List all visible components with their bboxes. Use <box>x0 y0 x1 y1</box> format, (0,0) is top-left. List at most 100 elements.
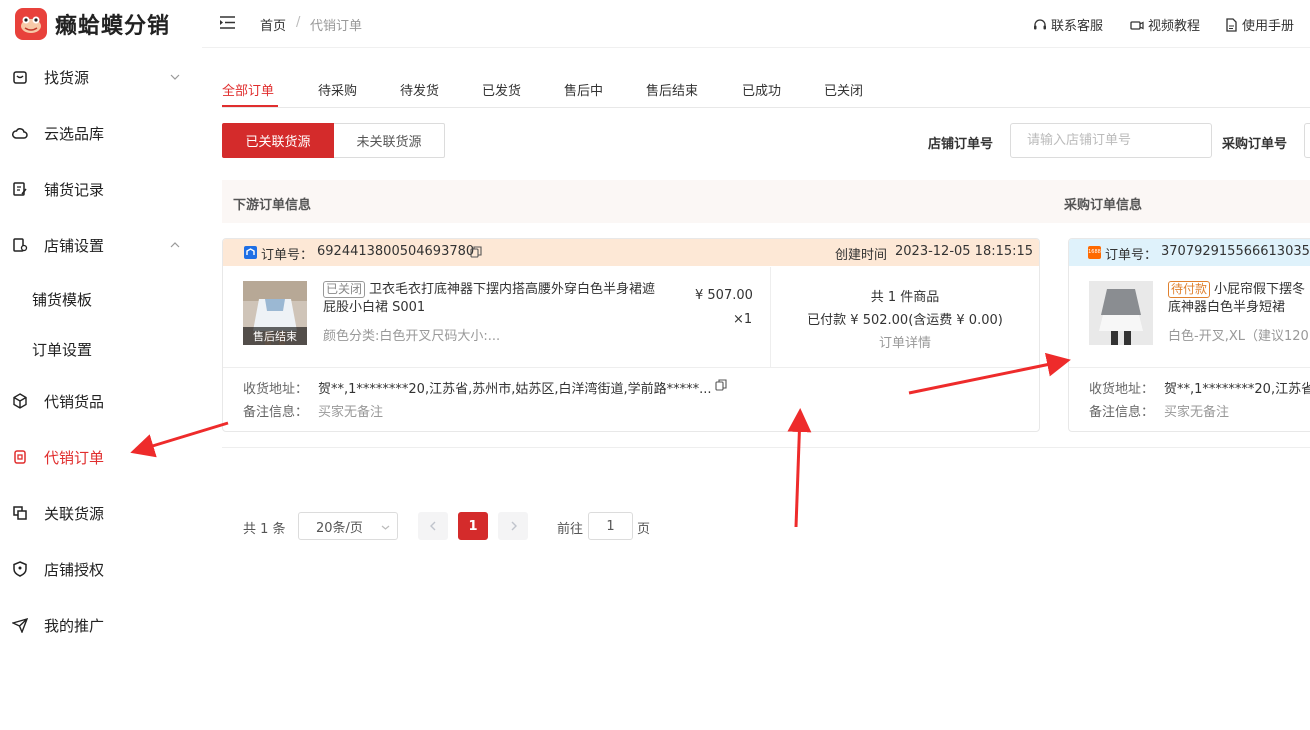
sidebar-item-label: 订单设置 <box>32 340 93 359</box>
paid-amount: 已付款 ¥ 502.00(含运费 ¥ 0.00) <box>807 313 1003 328</box>
user-manual-link[interactable]: 使用手册 <box>1224 15 1294 34</box>
purchase-product-image <box>1089 281 1153 345</box>
chevron-up-icon <box>170 242 180 248</box>
tab-shipped[interactable]: 已发货 <box>482 80 521 99</box>
sidebar-item-listing-records[interactable]: 铺货记录 <box>0 167 202 211</box>
order-table-header <box>222 180 1310 223</box>
tab-pending-shipment[interactable]: 待发货 <box>400 80 439 99</box>
page-number-current[interactable]: 1 <box>458 512 488 540</box>
tabs-divider <box>222 107 1310 108</box>
order-no-value: 6924413800504693780 <box>317 244 475 259</box>
purchase-section-title: 采购订单信息 <box>1064 198 1143 213</box>
purchase-address-label: 收货地址： <box>1089 382 1155 397</box>
sidebar-item-label: 代销货品 <box>44 392 105 411</box>
next-page-button[interactable] <box>498 512 528 540</box>
menu-fold-icon[interactable] <box>219 15 236 30</box>
video-tutorial-link[interactable]: 视频教程 <box>1130 15 1200 34</box>
purchase-title-line2: 底神器白色半身短裙 <box>1168 300 1286 315</box>
chevron-down-icon <box>381 525 390 530</box>
sidebar: 癞蛤蟆分销 找货源 云选品库 铺货记录 店铺设置 铺货模板 订单设置 代销货品 … <box>0 0 202 730</box>
prev-page-button[interactable] <box>418 512 448 540</box>
page-size-select[interactable]: 20条/页 <box>298 512 398 540</box>
goto-page-input[interactable]: 1 <box>588 512 633 540</box>
sidebar-item-label: 我的推广 <box>44 616 105 635</box>
sidebar-item-listing-template[interactable]: 铺货模板 <box>0 277 202 321</box>
paper-plane-icon <box>12 617 28 633</box>
shopping-bag-icon <box>13 71 27 84</box>
purchase-order-no-value: 3707929155666130357 <box>1161 244 1310 259</box>
link-copy-icon <box>13 506 27 520</box>
order-card-header: 订单号： 6924413800504693780 创建时间 2023-12-05… <box>223 239 1039 266</box>
tab-succeeded[interactable]: 已成功 <box>742 80 781 99</box>
status-tag: 已关闭 <box>323 281 366 298</box>
purchase-product-title[interactable]: 待付款 小屁帘假下摆冬 底神器白色半身短裙 <box>1168 281 1310 317</box>
sidebar-item-label: 云选品库 <box>44 124 105 143</box>
product-title-text: 卫衣毛衣打底神器下摆内搭高腰外穿白色半身裙遮屁股小白裙 S001 <box>323 282 656 315</box>
platform-icon <box>244 246 257 259</box>
sidebar-item-find-source[interactable]: 找货源 <box>0 55 202 99</box>
brand-name: 癞蛤蟆分销 <box>55 14 171 39</box>
top-header: 首页 / 代销订单 联系客服 视频教程 使用手册 <box>202 0 1310 48</box>
copy-address-icon[interactable] <box>715 379 727 391</box>
tab-all-orders[interactable]: 全部订单 <box>222 80 274 99</box>
page-suffix: 页 <box>637 522 651 537</box>
sidebar-item-cloud-library[interactable]: 云选品库 <box>0 111 202 155</box>
product-price: ¥ 507.00 <box>695 288 753 303</box>
remark-value: 买家无备注 <box>318 405 384 420</box>
box-icon <box>13 393 27 409</box>
product-spec: 颜色分类:白色开叉尺码大小:... <box>323 329 501 344</box>
product-thumbnail[interactable]: 售后结束 <box>243 281 307 345</box>
contact-support-link[interactable]: 联系客服 <box>1033 15 1103 34</box>
purchase-product-spec: 白色-开叉,XL（建议120 <box>1168 329 1309 344</box>
purchase-order-no-label: 订单号： <box>1105 248 1158 263</box>
tab-after-sales[interactable]: 售后中 <box>564 80 603 99</box>
unlinked-source-button[interactable]: 未关联货源 <box>334 123 445 158</box>
video-icon <box>1130 20 1144 30</box>
purchase-order-label: 采购订单号 <box>1222 137 1288 152</box>
row-divider <box>223 367 1039 368</box>
shop-order-label: 店铺订单号 <box>928 137 994 152</box>
address-label: 收货地址： <box>243 382 309 397</box>
sidebar-item-label: 代销订单 <box>44 448 105 467</box>
sidebar-item-my-promotion[interactable]: 我的推广 <box>0 603 202 647</box>
purchase-remark-value: 买家无备注 <box>1164 405 1230 420</box>
sidebar-item-consignment-orders[interactable]: 代销订单 <box>0 435 202 479</box>
chevron-down-icon <box>170 74 180 80</box>
downstream-section-title: 下游订单信息 <box>233 198 312 213</box>
sidebar-item-linked-sources[interactable]: 关联货源 <box>0 491 202 535</box>
sidebar-item-store-auth[interactable]: 店铺授权 <box>0 547 202 591</box>
document-icon <box>1226 17 1237 32</box>
tab-after-sales-ended[interactable]: 售后结束 <box>646 80 698 99</box>
active-tab-indicator <box>222 105 278 107</box>
sidebar-item-order-settings[interactable]: 订单设置 <box>0 327 202 371</box>
address-value: 贺**,1********20,江苏省,苏州市,姑苏区,白洋湾街道,学前路***… <box>318 382 712 397</box>
order-detail-link[interactable]: 订单详情 <box>770 332 1039 351</box>
contact-support-label: 联系客服 <box>1051 19 1104 34</box>
video-tutorial-label: 视频教程 <box>1148 19 1201 34</box>
purchase-card-header: 1688 订单号： 3707929155666130357 <box>1069 239 1310 266</box>
shop-order-input[interactable] <box>1010 123 1212 158</box>
sidebar-item-label: 铺货记录 <box>44 180 105 199</box>
edit-record-icon <box>13 182 27 196</box>
remark-label: 备注信息： <box>243 405 309 420</box>
product-title[interactable]: 已关闭 卫衣毛衣打底神器下摆内搭高腰外穿白色半身裙遮屁股小白裙 S001 <box>323 281 663 317</box>
linked-source-button[interactable]: 已关联货源 <box>222 123 334 158</box>
sidebar-item-consignment-goods[interactable]: 代销货品 <box>0 379 202 423</box>
breadcrumb-home[interactable]: 首页 <box>260 15 286 34</box>
chevron-left-icon <box>429 521 435 531</box>
user-manual-label: 使用手册 <box>1242 19 1295 34</box>
purchase-order-input[interactable] <box>1304 123 1310 158</box>
product-quantity: ×1 <box>733 312 753 327</box>
sidebar-item-store-settings[interactable]: 店铺设置 <box>0 223 202 267</box>
purchase-product-thumbnail[interactable] <box>1089 281 1153 345</box>
1688-platform-icon: 1688 <box>1088 246 1101 259</box>
tab-pending-purchase[interactable]: 待采购 <box>318 80 357 99</box>
created-time-label: 创建时间 <box>835 248 888 263</box>
order-icon <box>14 450 26 464</box>
toad-logo-icon <box>15 8 47 40</box>
breadcrumb-separator: / <box>296 15 301 30</box>
tab-closed[interactable]: 已关闭 <box>824 80 863 99</box>
brand-logo[interactable]: 癞蛤蟆分销 <box>15 8 170 40</box>
copy-icon[interactable] <box>470 246 482 258</box>
breadcrumb-current: 代销订单 <box>310 19 363 34</box>
